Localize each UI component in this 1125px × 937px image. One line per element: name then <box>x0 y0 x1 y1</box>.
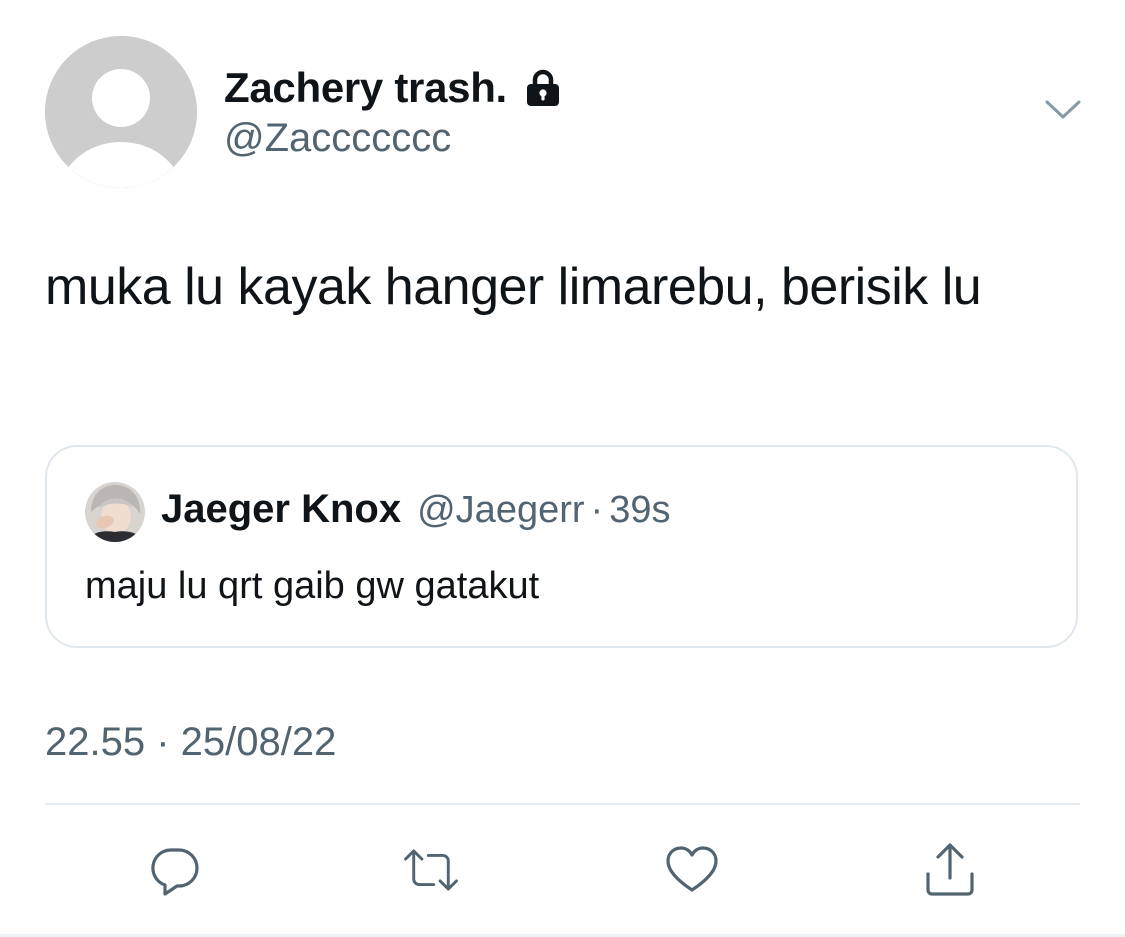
author-display-name[interactable]: Zachery trash. <box>224 64 507 112</box>
quoted-tweet-text: maju lu qrt gaib gw gatakut <box>85 565 540 607</box>
tweet-text: muka lu kayak hanger limarebu, berisik l… <box>45 258 982 316</box>
quoted-author-handle: @Jaegerr <box>417 489 585 531</box>
like-icon <box>666 846 718 892</box>
reply-button[interactable] <box>145 840 205 900</box>
author-handle[interactable]: @Zaccccccc <box>224 116 451 161</box>
share-button[interactable] <box>920 840 980 900</box>
chevron-down-icon[interactable] <box>1044 98 1082 122</box>
quoted-tweet-card[interactable]: Jaeger Knox @Jaegerr · 39s maju lu qrt g… <box>45 445 1078 648</box>
retweet-button[interactable] <box>401 840 461 900</box>
author-name-row[interactable]: Zachery trash. <box>224 62 563 114</box>
default-avatar-icon <box>45 36 197 188</box>
tweet-timestamp[interactable]: 22.55 · 25/08/22 <box>45 720 336 765</box>
lock-icon <box>523 68 563 108</box>
quoted-tweet-header: Jaeger Knox @Jaegerr · 39s <box>161 487 670 532</box>
quoted-author-avatar[interactable] <box>85 482 145 542</box>
quoted-time: 39s <box>609 489 671 531</box>
reply-icon <box>151 848 199 896</box>
divider <box>45 803 1080 805</box>
quoted-author-name[interactable]: Jaeger Knox <box>161 487 401 532</box>
author-avatar[interactable] <box>45 36 197 188</box>
quoted-separator: · <box>590 489 604 531</box>
like-button[interactable] <box>662 840 722 900</box>
share-icon <box>926 843 974 896</box>
retweet-icon <box>404 849 458 891</box>
